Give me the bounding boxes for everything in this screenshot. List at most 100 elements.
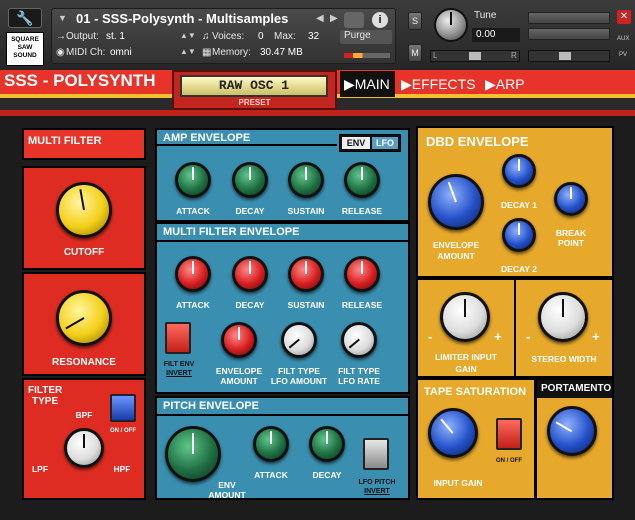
level-meter-left bbox=[528, 12, 610, 24]
pan-handle[interactable] bbox=[469, 52, 481, 60]
max-label: Max: bbox=[274, 31, 296, 42]
instrument-name: 01 - SSS-Polysynth - Multisamples bbox=[76, 11, 289, 26]
dbd-envelope-section: DBD ENVELOPE ENVELOPE AMOUNT DECAY 1 DEC… bbox=[416, 126, 614, 278]
pitch-env-amount-knob[interactable] bbox=[165, 426, 221, 482]
filter-type-knob[interactable] bbox=[64, 428, 104, 468]
close-icon[interactable]: ✕ bbox=[617, 10, 631, 24]
mute-button[interactable]: M bbox=[408, 44, 422, 62]
filter-sustain-knob[interactable] bbox=[288, 256, 324, 292]
stereo-plus-label: + bbox=[592, 329, 600, 344]
tab-effects[interactable]: ▶EFFECTS bbox=[397, 71, 479, 97]
dbd-envelope-amount-knob[interactable] bbox=[428, 174, 484, 230]
portamento-knob[interactable] bbox=[547, 406, 597, 456]
filter-attack-knob[interactable] bbox=[175, 256, 211, 292]
info-icon[interactable]: i bbox=[372, 12, 388, 28]
midi-label: MIDI Ch: bbox=[66, 47, 106, 58]
amp-decay-knob[interactable] bbox=[232, 162, 268, 198]
dbd-decay2-knob[interactable] bbox=[502, 218, 536, 252]
limiter-label-2: GAIN bbox=[455, 364, 477, 374]
dbd-break-point-knob[interactable] bbox=[554, 182, 588, 216]
pitch-env-amount-label-1: ENV bbox=[218, 480, 236, 490]
filter-decay-knob[interactable] bbox=[232, 256, 268, 292]
solo-button[interactable]: S bbox=[408, 12, 422, 30]
preset-display[interactable]: RAW OSC 1 bbox=[180, 75, 328, 97]
tab-arp[interactable]: ▶ARP bbox=[481, 71, 527, 97]
amp-attack-knob[interactable] bbox=[175, 162, 211, 198]
stereo-width-label: STEREO WIDTH bbox=[531, 354, 597, 364]
filter-env-invert-switch[interactable] bbox=[165, 322, 191, 354]
instrument-info-panel: ▼ 01 - SSS-Polysynth - Multisamples ◀ ▶ … bbox=[51, 8, 396, 64]
filter-decay-label: DECAY bbox=[235, 300, 265, 310]
env-toggle-button[interactable]: ENV bbox=[342, 137, 370, 149]
resonance-knob[interactable] bbox=[56, 290, 112, 346]
output-value[interactable]: st. 1 bbox=[106, 31, 125, 42]
tab-main[interactable]: ▶MAIN bbox=[340, 71, 395, 97]
pitch-env-amount-label-2: AMOUNT bbox=[208, 490, 246, 500]
amp-sustain-knob[interactable] bbox=[288, 162, 324, 198]
purge-button[interactable]: Purge bbox=[340, 30, 392, 44]
pitch-envelope-section: PITCH ENVELOPE ENV AMOUNT ATTACK DECAY L… bbox=[155, 396, 410, 500]
cutoff-knob[interactable] bbox=[56, 182, 112, 238]
pitch-attack-knob[interactable] bbox=[253, 426, 289, 462]
cpu-meter bbox=[344, 53, 390, 58]
filt-type-lfo-rate-label-2: LFO RATE bbox=[338, 376, 380, 386]
amp-release-knob[interactable] bbox=[344, 162, 380, 198]
level-meter-right bbox=[528, 28, 610, 40]
stereo-width-knob[interactable] bbox=[538, 292, 588, 342]
max-value[interactable]: 32 bbox=[308, 31, 319, 42]
multi-filter-header: MULTI FILTER bbox=[22, 128, 146, 160]
camera-icon[interactable] bbox=[344, 12, 364, 28]
filter-env-amount-label-2: AMOUNT bbox=[220, 376, 258, 386]
filter-env-amount-knob[interactable] bbox=[221, 322, 257, 358]
aux-label[interactable]: AUX bbox=[617, 36, 629, 42]
collapse-arrow-icon[interactable]: ▼ bbox=[58, 13, 67, 23]
dbd-break-point-label-1: BREAK bbox=[555, 228, 587, 238]
pitch-decay-knob[interactable] bbox=[309, 426, 345, 462]
portamento-title: PORTAMENTO bbox=[541, 383, 612, 394]
memory-value: 30.47 MB bbox=[260, 47, 303, 58]
filter-type-label-2: TYPE bbox=[32, 396, 59, 407]
midi-dropdown-icon[interactable]: ▲▼ bbox=[180, 47, 196, 56]
volume-slider[interactable] bbox=[528, 50, 610, 62]
voices-value: 0 bbox=[258, 31, 264, 42]
pan-left-label: L bbox=[433, 51, 438, 60]
filt-type-lfo-amount-knob[interactable] bbox=[281, 322, 317, 358]
output-dropdown-icon[interactable]: ▲▼ bbox=[180, 31, 196, 40]
env-lfo-toggle[interactable]: ENV LFO bbox=[339, 134, 401, 152]
purge-label: Purge bbox=[344, 30, 371, 41]
amp-decay-label: DECAY bbox=[235, 206, 265, 216]
filter-env-amount-label-1: ENVELOPE bbox=[215, 366, 263, 376]
filter-release-label: RELEASE bbox=[341, 300, 383, 310]
stereo-minus-label: - bbox=[526, 329, 531, 344]
midi-value[interactable]: omni bbox=[110, 47, 132, 58]
pan-slider[interactable]: L R bbox=[430, 50, 520, 62]
tape-onoff-switch[interactable] bbox=[496, 418, 522, 450]
preset-label: PRESET bbox=[238, 98, 271, 107]
limiter-input-gain-knob[interactable] bbox=[440, 292, 490, 342]
next-instrument-icon[interactable]: ▶ bbox=[330, 13, 338, 24]
tape-saturation-section: TAPE SATURATION INPUT GAIN ON / OFF bbox=[416, 378, 536, 500]
lfo-toggle-button[interactable]: LFO bbox=[372, 137, 398, 149]
dbd-decay1-knob[interactable] bbox=[502, 154, 536, 188]
wrench-icon[interactable]: 🔧 bbox=[8, 8, 42, 28]
amp-attack-label: ATTACK bbox=[176, 206, 210, 216]
resonance-section: RESONANCE bbox=[22, 272, 146, 376]
tune-label: Tune bbox=[474, 10, 497, 21]
tune-value-box[interactable]: 0.00 bbox=[472, 28, 520, 42]
multi-filter-title: MULTI FILTER bbox=[28, 135, 102, 147]
tune-knob[interactable] bbox=[434, 8, 468, 42]
dbd-break-point-label-2: POINT bbox=[558, 238, 584, 248]
filter-release-knob[interactable] bbox=[344, 256, 380, 292]
pv-label[interactable]: PV bbox=[619, 52, 627, 58]
lfo-pitch-invert-switch[interactable] bbox=[363, 438, 389, 470]
limiter-minus-label: - bbox=[428, 329, 433, 344]
prev-instrument-icon[interactable]: ◀ bbox=[316, 13, 324, 24]
tape-input-gain-knob[interactable] bbox=[428, 408, 478, 458]
stereo-width-section: - + STEREO WIDTH bbox=[514, 278, 614, 378]
filt-type-lfo-rate-knob[interactable] bbox=[341, 322, 377, 358]
square-saw-sound-logo: SQUARE SAW SOUND bbox=[6, 32, 44, 66]
filter-onoff-switch[interactable] bbox=[110, 394, 136, 422]
limiter-section: - + LIMITER INPUT GAIN bbox=[416, 278, 516, 378]
filter-attack-label: ATTACK bbox=[176, 300, 210, 310]
volume-handle[interactable] bbox=[559, 52, 571, 60]
